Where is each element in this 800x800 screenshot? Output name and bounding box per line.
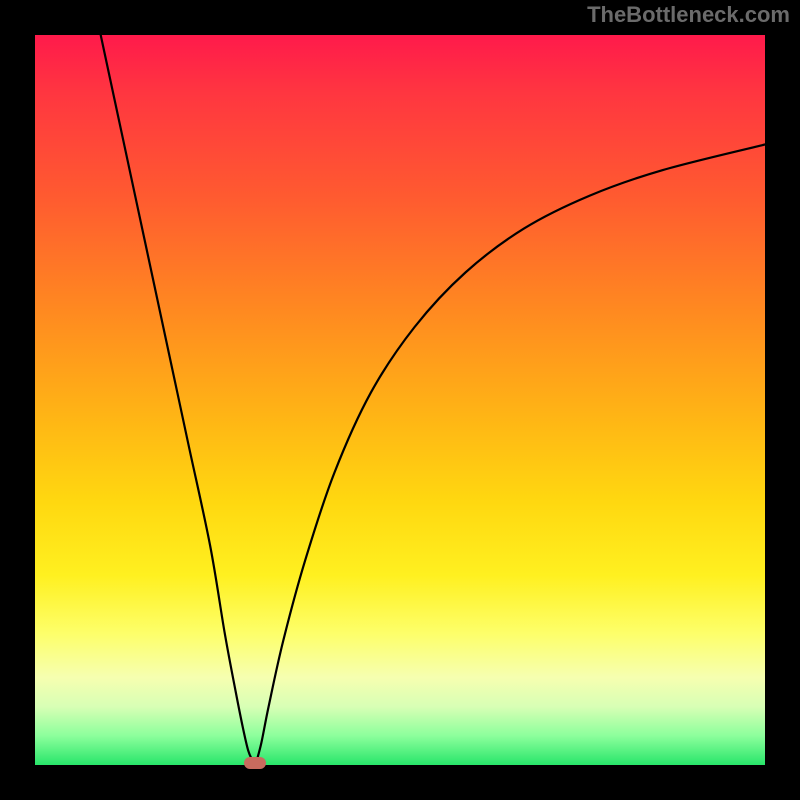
curve-left <box>101 35 256 765</box>
attribution-label: TheBottleneck.com <box>587 2 790 28</box>
curve-right <box>255 145 765 766</box>
plot-area <box>35 35 765 765</box>
min-marker <box>244 757 266 769</box>
chart-frame: TheBottleneck.com <box>0 0 800 800</box>
curve-svg <box>35 35 765 765</box>
